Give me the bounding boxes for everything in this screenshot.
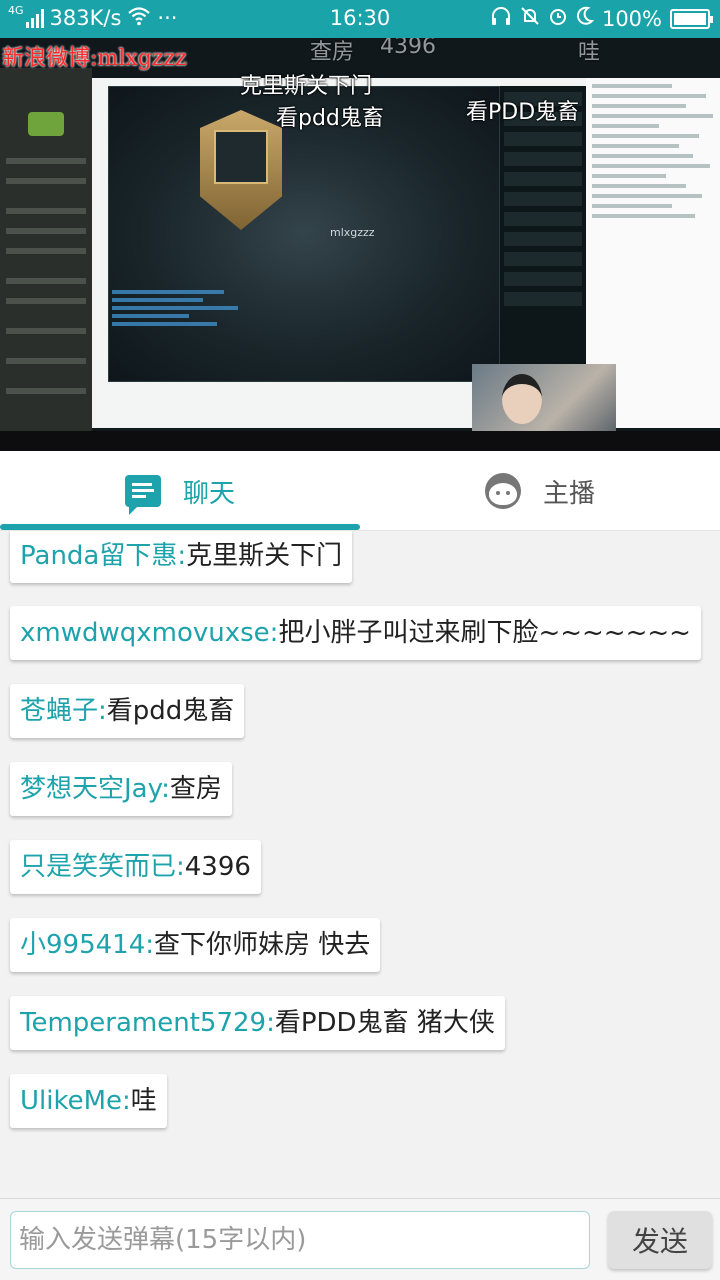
chat-text: 克里斯关下门 bbox=[186, 541, 343, 571]
headset-icon bbox=[490, 6, 512, 31]
danmaku-item: 4396 bbox=[380, 38, 436, 59]
stream-site-sidebar bbox=[0, 68, 92, 438]
tab-streamer-label: 主播 bbox=[542, 478, 595, 509]
chat-text: 看pdd鬼畜 bbox=[106, 696, 235, 726]
chat-text: 把小胖子叫过来刷下脸~~~~~~~ bbox=[278, 618, 691, 648]
chat-username: Temperament5729: bbox=[20, 1008, 275, 1038]
chat-text: 看PDD鬼畜 猪大侠 bbox=[274, 1008, 495, 1038]
chat-text: 4396 bbox=[184, 852, 251, 882]
tab-bar: 聊天 主播 bbox=[0, 451, 720, 531]
chat-message: Panda留下惠:克里斯关下门 bbox=[10, 531, 353, 583]
chat-username: 小995414: bbox=[20, 930, 155, 960]
chat-message-list[interactable]: Panda留下惠:克里斯关下门 xmwdwqxmovuxse:把小胖子叫过来刷下… bbox=[0, 531, 720, 1198]
chat-message: xmwdwqxmovuxse:把小胖子叫过来刷下脸~~~~~~~ bbox=[10, 606, 701, 660]
battery-icon bbox=[670, 8, 713, 29]
tab-chat-label: 聊天 bbox=[182, 478, 235, 509]
danmaku-item: 哇 bbox=[578, 40, 601, 65]
danmaku-item: 看PDD鬼畜 bbox=[466, 100, 580, 125]
chat-username: 只是笑笑而已: bbox=[20, 852, 185, 882]
active-tab-indicator bbox=[0, 524, 360, 530]
danmaku-item: 克里斯关下门 bbox=[240, 74, 373, 99]
danmaku-item: 看pdd鬼畜 bbox=[276, 106, 384, 131]
bell-muted-icon bbox=[520, 6, 540, 31]
chat-text: 哇 bbox=[130, 1086, 157, 1116]
weibo-overlay: 新浪微博:mlxgzzz bbox=[2, 46, 187, 71]
chat-message: Temperament5729:看PDD鬼畜 猪大侠 bbox=[10, 996, 505, 1050]
danmaku-input-bar: 发送 bbox=[0, 1198, 720, 1280]
danmaku-input[interactable] bbox=[10, 1211, 590, 1269]
player-name: mlxgzzz bbox=[330, 226, 375, 239]
send-button[interactable]: 发送 bbox=[608, 1211, 712, 1269]
chat-bubble-icon bbox=[124, 475, 161, 515]
rank-emblem-inner bbox=[214, 130, 268, 184]
chat-message: 只是笑笑而已:4396 bbox=[10, 840, 261, 894]
chat-username: Panda留下惠: bbox=[20, 541, 187, 571]
site-logo bbox=[28, 112, 64, 136]
chat-username: UlikeMe: bbox=[20, 1086, 131, 1116]
chat-text: 查房 bbox=[169, 774, 222, 804]
status-bar: 4G 383K/s ··· 16:30 100% bbox=[0, 0, 720, 38]
tab-chat[interactable]: 聊天 bbox=[0, 451, 360, 531]
status-right: 100% bbox=[490, 6, 713, 31]
chat-message: 小995414:查下你师妹房 快去 bbox=[10, 918, 381, 972]
chat-username: xmwdwqxmovuxse: bbox=[20, 618, 279, 648]
chat-message: 苍蝇子:看pdd鬼畜 bbox=[10, 684, 245, 738]
streamer-face-icon bbox=[484, 473, 521, 509]
chat-message: 梦想天空Jay:查房 bbox=[10, 762, 232, 816]
chat-username: 梦想天空Jay: bbox=[20, 774, 170, 804]
chat-username: 苍蝇子: bbox=[20, 696, 107, 726]
battery-percent: 100% bbox=[601, 6, 662, 31]
game-chat-log bbox=[112, 286, 252, 356]
danmaku-item: 查房 bbox=[310, 40, 355, 65]
friends-list bbox=[500, 86, 586, 386]
desktop-taskbar bbox=[0, 431, 720, 451]
video-player[interactable]: mlxgzzz 新浪微博:mlxgzzz 克里斯关下门 看pdd鬼畜 看PDD鬼… bbox=[0, 38, 720, 451]
alarm-icon bbox=[548, 6, 568, 31]
chat-message: UlikeMe:哇 bbox=[10, 1074, 167, 1128]
chat-text: 查下你师妹房 快去 bbox=[154, 930, 371, 960]
tab-streamer[interactable]: 主播 bbox=[360, 451, 720, 531]
moon-icon bbox=[576, 6, 595, 31]
